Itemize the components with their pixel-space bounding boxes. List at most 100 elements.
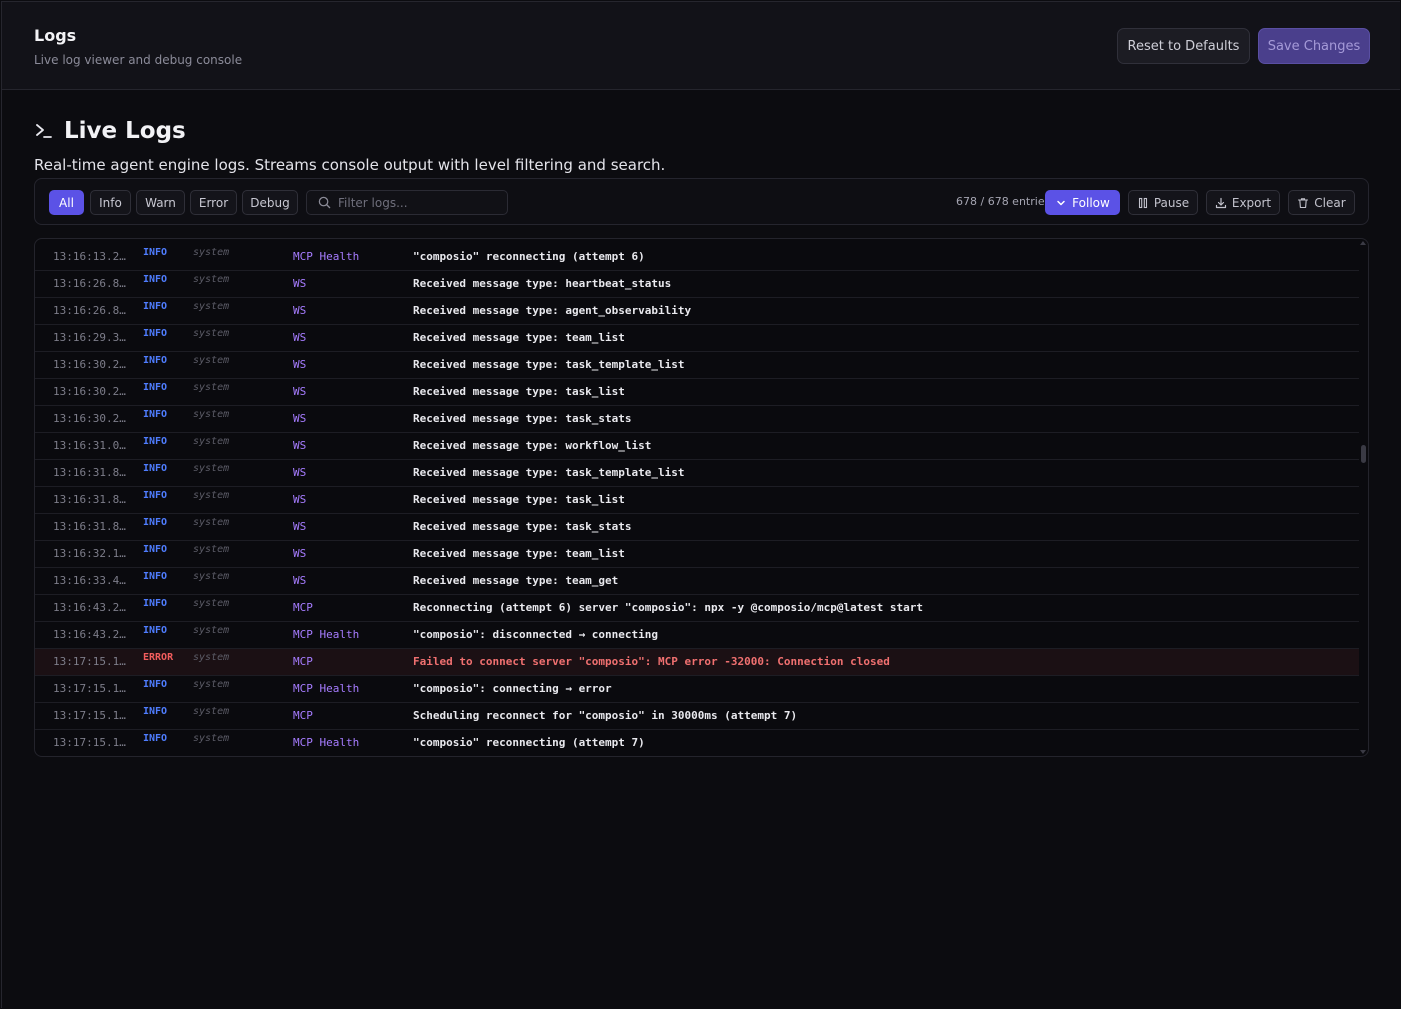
save-changes-button[interactable]: Save Changes — [1258, 28, 1370, 64]
log-message: Received message type: team_list — [413, 331, 625, 344]
log-component: MCP — [293, 709, 313, 722]
log-row: 13:16:30.2… INFO system WS Received message … — [35, 379, 1359, 406]
log-time: 13:16:30.2… — [53, 358, 126, 371]
log-message: "composio" reconnecting (attempt 6) — [413, 250, 645, 263]
clear-button[interactable]: Clear — [1288, 190, 1355, 215]
pause-label: Pause — [1153, 195, 1190, 210]
log-time: 13:16:43.2… — [53, 628, 126, 641]
reset-defaults-button[interactable]: Reset to Defaults — [1117, 28, 1250, 64]
log-component: WS — [293, 466, 307, 479]
log-row: 13:17:15.1… ERROR system MCP Failed to conne… — [35, 649, 1359, 676]
log-message: Reconnecting (attempt 6) server "composi… — [413, 601, 923, 614]
export-label: Export — [1231, 195, 1272, 210]
log-component: WS — [293, 439, 307, 452]
log-filter-input[interactable] — [338, 194, 503, 212]
search-icon — [318, 196, 331, 209]
scroll-down-arrow[interactable] — [1360, 750, 1366, 754]
log-time: 13:16:31.8… — [53, 520, 126, 533]
log-row: 13:16:31.8… INFO system WS Received message … — [35, 487, 1359, 514]
log-message: Received message type: team_list — [413, 547, 625, 560]
log-row: 13:16:31.0… INFO system WS Received message … — [35, 433, 1359, 460]
log-time: 13:16:29.3… — [53, 331, 126, 344]
log-component: WS — [293, 412, 307, 425]
log-component: WS — [293, 520, 307, 533]
log-time: 13:16:43.2… — [53, 601, 126, 614]
clear-label: Clear — [1314, 195, 1346, 210]
log-message: "composio": disconnected → connecting — [413, 628, 659, 641]
log-time: 13:17:15.1… — [53, 682, 126, 695]
log-row: 13:16:32.1… INFO system WS Received message … — [35, 541, 1359, 568]
log-row: 13:17:15.1… INFO system MCP Health "composio… — [35, 730, 1359, 756]
log-row: 13:16:30.2… INFO system WS Received message … — [35, 406, 1359, 433]
log-message: Received message type: task_stats — [413, 520, 632, 533]
log-time: 13:16:30.2… — [53, 412, 126, 425]
log-message: Scheduling reconnect for "composio" in 3… — [413, 709, 798, 722]
log-component: WS — [293, 547, 307, 560]
scroll-thumb[interactable] — [1361, 445, 1366, 463]
trash-icon — [1298, 197, 1309, 208]
log-time: 13:16:26.8… — [53, 304, 126, 317]
log-message: Received message type: team_get — [413, 574, 619, 587]
log-time: 13:16:13.2… — [53, 250, 126, 263]
log-row: 13:16:29.3… INFO system WS Received message … — [35, 325, 1359, 352]
follow-button[interactable]: Follow — [1045, 190, 1120, 215]
log-message: Received message type: heartbeat_status — [413, 277, 672, 290]
page-title: Logs — [34, 26, 77, 45]
log-component: WS — [293, 304, 307, 317]
filter-info-button[interactable]: Info — [90, 190, 131, 215]
log-row: 13:16:30.2… INFO system WS Received message … — [35, 352, 1359, 379]
log-time: 13:16:30.2… — [53, 385, 126, 398]
log-component: WS — [293, 574, 307, 587]
log-message: Received message type: workflow_list — [413, 439, 652, 452]
filter-warn-button[interactable]: Warn — [136, 190, 185, 215]
log-toolbar: All Info Warn Error Debug 678 / 678 entr… — [34, 178, 1369, 225]
log-message: Received message type: task_stats — [413, 412, 632, 425]
filter-all-button[interactable]: All — [49, 190, 84, 215]
log-time: 13:16:32.1… — [53, 547, 126, 560]
pause-icon — [1138, 197, 1147, 208]
log-time: 13:16:26.8… — [53, 277, 126, 290]
entries-count: 678 / 678 entries — [956, 195, 1051, 208]
log-time: 13:16:31.0… — [53, 439, 126, 452]
log-component: WS — [293, 331, 307, 344]
scroll-up-arrow[interactable] — [1360, 241, 1366, 245]
log-panel[interactable]: 13:17:15.1… INFO system MCP Health "composio… — [34, 238, 1369, 757]
log-component: MCP Health — [293, 250, 360, 263]
log-message: Received message type: task_list — [413, 385, 625, 398]
log-component: MCP Health — [293, 736, 360, 749]
log-time: 13:16:31.8… — [53, 493, 126, 506]
log-time: 13:16:33.4… — [53, 574, 126, 587]
page-subtitle: Live log viewer and debug console — [34, 53, 243, 67]
log-message: "composio" reconnecting (attempt 7) — [413, 736, 645, 749]
log-row: 13:16:26.8… INFO system WS Received message … — [35, 271, 1359, 298]
log-source: system — [193, 247, 230, 258]
log-scrollbar[interactable] — [1358, 239, 1368, 756]
filter-debug-button[interactable]: Debug — [242, 190, 298, 215]
log-row: 13:16:26.8… INFO system WS Received message … — [35, 298, 1359, 325]
follow-label: Follow — [1072, 195, 1110, 210]
log-row: 13:16:31.8… INFO system WS Received message … — [35, 460, 1359, 487]
log-component: WS — [293, 493, 307, 506]
export-button[interactable]: Export — [1206, 190, 1280, 215]
log-time: 13:17:15.1… — [53, 655, 126, 668]
log-message: Received message type: task_list — [413, 493, 625, 506]
log-component: WS — [293, 385, 307, 398]
log-component: MCP Health — [293, 628, 360, 641]
terminal-icon — [36, 124, 52, 138]
log-time: 13:16:31.8… — [53, 466, 126, 479]
filter-error-button[interactable]: Error — [190, 190, 237, 215]
log-row: 13:16:33.4… INFO system WS Received message … — [35, 568, 1359, 595]
page-header: Logs Live log viewer and debug console R… — [2, 2, 1400, 90]
pause-button[interactable]: Pause — [1128, 190, 1198, 215]
log-message: Received message type: agent_observabili… — [413, 304, 692, 317]
log-message: Received message type: task_template_lis… — [413, 358, 685, 371]
log-message: Received message type: task_template_lis… — [413, 466, 685, 479]
log-level: INFO — [143, 247, 168, 258]
log-row: 13:17:15.1… INFO system MCP Scheduling recon… — [35, 703, 1359, 730]
log-component: MCP — [293, 601, 313, 614]
section-heading: Live Logs — [34, 118, 186, 144]
log-component: WS — [293, 277, 307, 290]
log-message: Failed to connect server "composio": MCP… — [413, 655, 890, 668]
log-row: 13:16:43.2… INFO system MCP Health "composio… — [35, 622, 1359, 649]
chevron-down-icon — [1057, 200, 1065, 205]
